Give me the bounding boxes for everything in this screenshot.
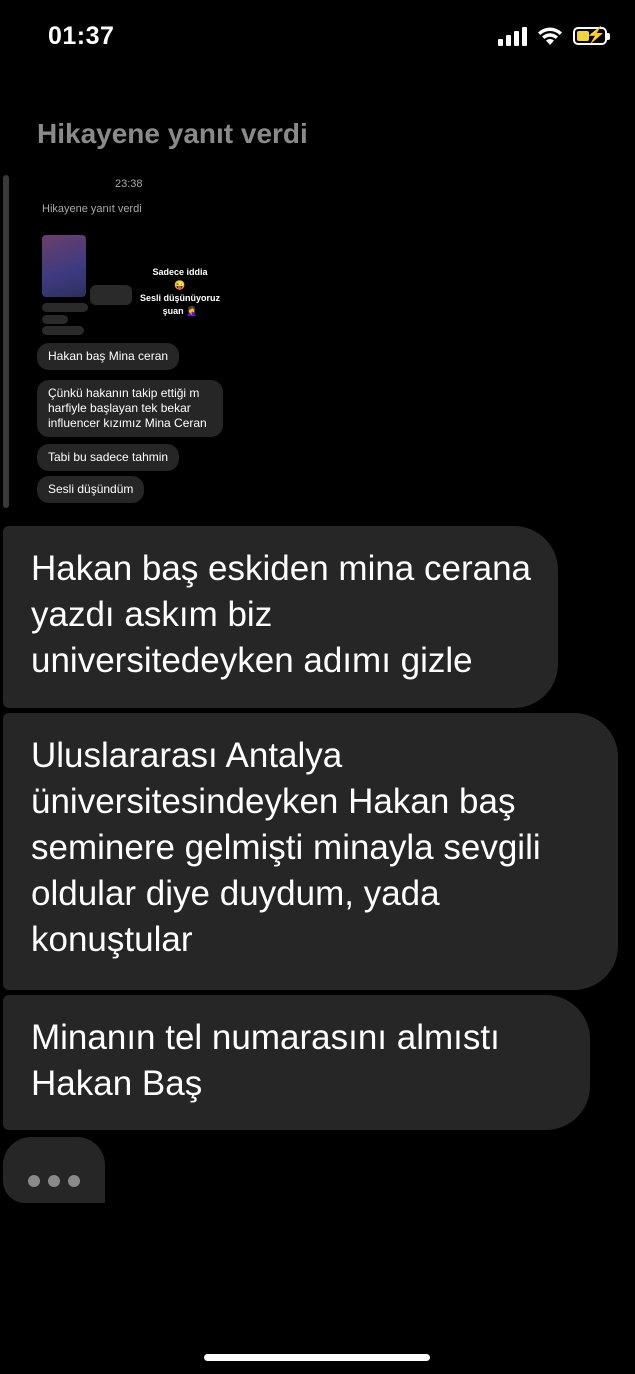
shot-story-line: 😜: [174, 280, 186, 290]
shot-message: Tabi bu sadece tahmin: [37, 444, 180, 471]
shot-reply-header: Hikayene yanıt verdi: [42, 203, 142, 215]
shot-mini-bubble: [42, 303, 88, 312]
shot-story-text: Sadece iddia 😜 Sesli düşünüyoruz şuan 🤦‍…: [130, 266, 230, 318]
wifi-icon: [538, 27, 562, 45]
battery-icon: ⚡: [573, 27, 610, 45]
shot-mini-bubble: [42, 326, 84, 335]
message-bubble[interactable]: Hakan baş eskiden mina cerana yazdı askı…: [3, 526, 558, 708]
shot-caption-line: [42, 227, 43, 233]
shot-story-line: şuan 🤦‍♀️: [162, 306, 198, 316]
shot-mini-bubble: [90, 285, 132, 305]
status-time: 01:37: [48, 22, 115, 50]
shot-message: Çünkü hakanın takip ettiği m harfiyle ba…: [37, 380, 223, 437]
home-indicator[interactable]: [204, 1354, 430, 1361]
typing-indicator-icon: [3, 1137, 105, 1203]
reply-thread-line: [3, 175, 9, 508]
shot-mini-bubble: [42, 315, 68, 324]
message-bubble[interactable]: Uluslararası Antalya üniversitesindeyken…: [3, 713, 618, 990]
status-icons: ⚡: [498, 26, 610, 46]
shot-message: Hakan baş Mina ceran: [37, 343, 180, 370]
shot-story-thumbnail: [42, 235, 86, 297]
shot-timestamp: 23:38: [115, 178, 143, 190]
shared-screenshot-image[interactable]: 23:38 Hikayene yanıt verdi Sadece iddia …: [28, 170, 250, 510]
shot-story-line: Sesli düşünüyoruz: [139, 293, 220, 303]
shot-message: Sesli düşündüm: [37, 476, 145, 503]
message-bubble[interactable]: Minanın tel numarasını almıstı Hakan Baş: [3, 995, 590, 1130]
shot-story-line: Sadece iddia: [152, 267, 208, 277]
signal-icon: [498, 26, 527, 46]
reply-header: Hikayene yanıt verdi: [37, 118, 308, 149]
